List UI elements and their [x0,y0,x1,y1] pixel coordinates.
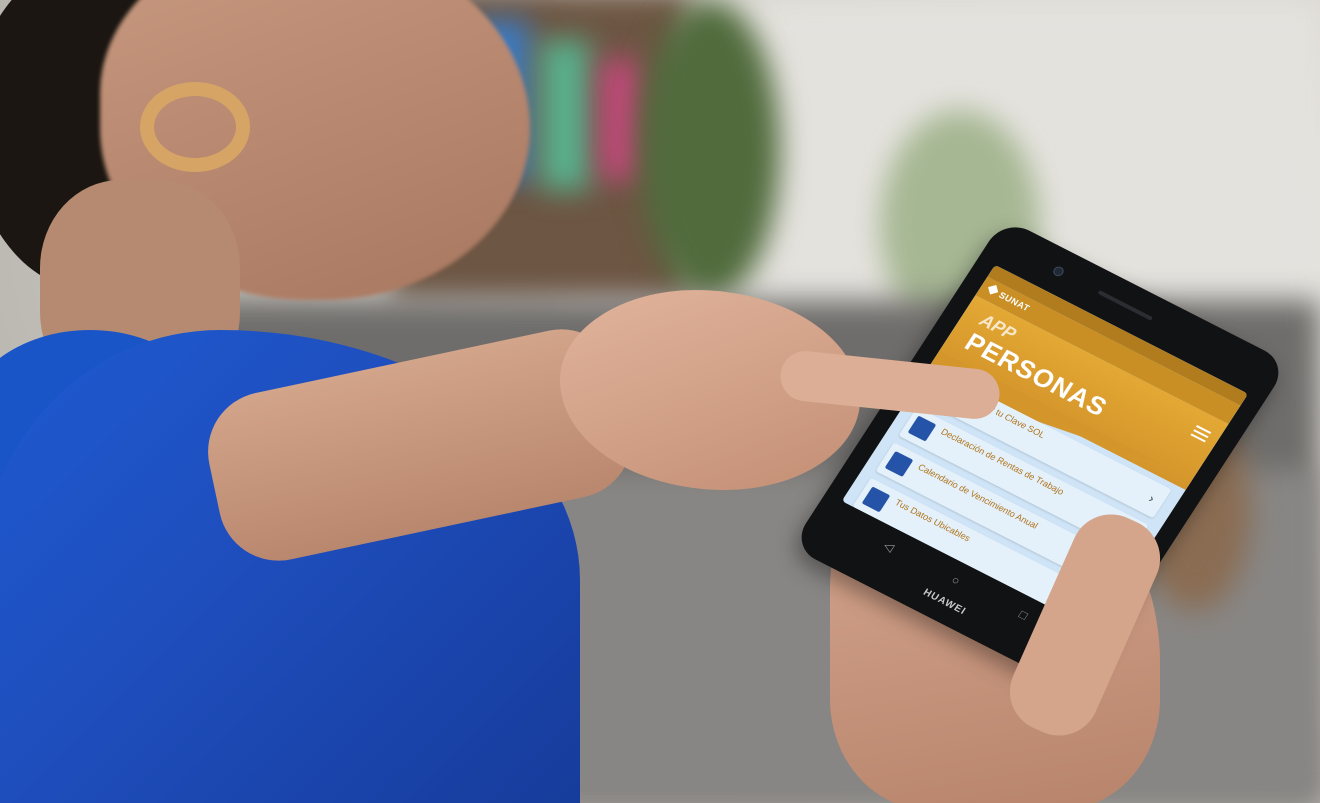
earpiece-speaker [1097,290,1154,321]
plant [640,0,780,300]
front-camera [1051,264,1066,278]
calendar-icon [884,450,914,477]
back-icon[interactable]: ◁ [881,538,897,554]
folder-icon [907,415,937,442]
recent-apps-icon[interactable]: □ [1016,607,1030,622]
chevron-right-icon: › [1146,491,1158,506]
logo-icon [988,284,999,295]
home-icon[interactable]: ○ [949,573,963,588]
earring [140,82,250,172]
location-icon [861,486,891,513]
books [600,60,640,180]
hamburger-menu-icon[interactable] [1189,422,1213,444]
photo-scene: SUNAT APP PERSONAS Generar tu Clave SOL … [0,0,1320,803]
books [540,40,590,190]
